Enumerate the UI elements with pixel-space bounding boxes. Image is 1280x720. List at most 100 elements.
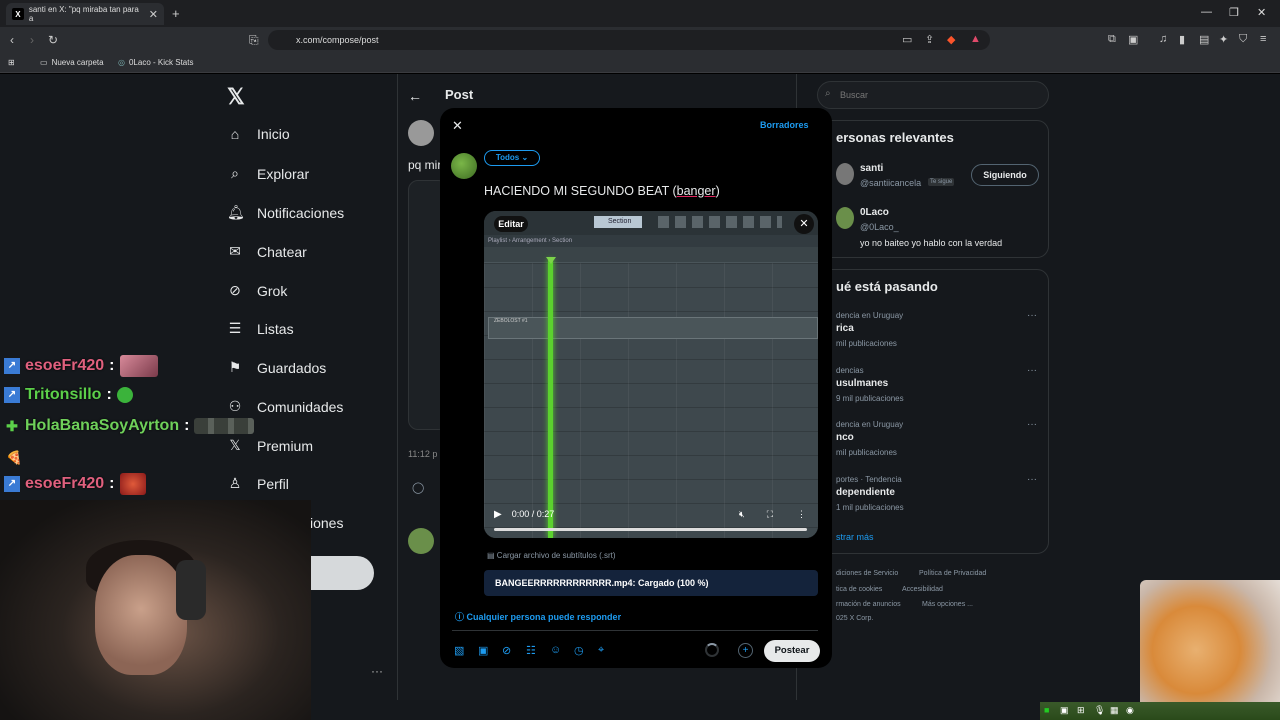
x-logo-icon[interactable]: 𝕏 (227, 84, 245, 110)
search-input[interactable]: Buscar (817, 81, 1049, 109)
sidebar-item-more[interactable]: iones (310, 515, 343, 531)
apps-icon[interactable]: ⊞ (8, 58, 15, 67)
trend-name[interactable]: rica (836, 323, 854, 334)
close-icon[interactable]: ✕ (452, 118, 463, 134)
sidebar-item-chatear[interactable]: ✉ Chatear (227, 243, 307, 260)
trend-name[interactable]: dependiente (836, 487, 895, 498)
tray-icon[interactable]: ⊞ (1077, 705, 1085, 716)
sidebar-icon[interactable]: ▮ (1179, 33, 1185, 46)
image-icon[interactable]: ▧ (454, 644, 464, 657)
avatar[interactable] (836, 207, 854, 229)
back-icon[interactable]: ‹ (10, 33, 14, 47)
tab-close-icon[interactable]: ✕ (149, 8, 158, 21)
music-icon[interactable]: ♫ (1159, 33, 1167, 45)
vpn-icon[interactable]: ⛉ (1239, 33, 1247, 46)
avatar[interactable] (451, 153, 477, 179)
more-icon[interactable]: ··· (1027, 419, 1037, 430)
reload-icon[interactable]: ↻ (48, 33, 58, 47)
sidebar-item-inicio[interactable]: ⌂ Inicio (227, 126, 290, 142)
show-more-link[interactable]: strar más (836, 532, 874, 542)
forward-icon[interactable]: › (30, 33, 34, 47)
video-progress-bar[interactable] (494, 528, 807, 531)
close-window-icon[interactable]: ✕ (1257, 6, 1266, 19)
bookmark-folder[interactable]: ▭ Nueva carpeta (40, 58, 104, 67)
minimize-icon[interactable]: — (1201, 6, 1212, 18)
footer-link[interactable]: rmación de anuncios (836, 601, 901, 608)
video-preview[interactable]: Section Playlist › Arrangement › Section… (484, 211, 818, 538)
following-button[interactable]: Siguiendo (971, 164, 1039, 186)
footer-link[interactable]: tica de cookies (836, 586, 882, 593)
sidebar-item-label: Guardados (257, 359, 327, 376)
avatar[interactable] (836, 163, 854, 185)
sidebar-item-grok[interactable]: ⊘ Grok (227, 282, 287, 299)
sidebar-item-explorar[interactable]: ⌕ Explorar (227, 165, 309, 182)
mute-icon[interactable]: 🔇︎ (739, 509, 745, 520)
location-icon[interactable]: ⌖ (598, 644, 604, 657)
brave-shield-icon[interactable]: ◆ (947, 33, 955, 46)
more-icon[interactable]: ··· (1027, 310, 1037, 321)
emote-icon (119, 473, 146, 495)
person-name[interactable]: santi (860, 163, 883, 174)
sidebar-item-comunidades[interactable]: ⚇ Comunidades (227, 398, 344, 415)
footer-link[interactable]: Accesibilidad (902, 586, 943, 593)
reply-setting[interactable]: ⓘ Cualquier persona puede responder (455, 610, 621, 623)
account-more-icon[interactable]: ··· (371, 664, 383, 678)
screenshot-icon[interactable]: ▣ (1128, 33, 1138, 46)
bookmark-kick-stats[interactable]: ◎ 0Laco - Kick Stats (118, 58, 193, 67)
share-icon[interactable]: ⇪ (925, 33, 934, 46)
new-tab-button[interactable]: + (172, 6, 180, 21)
grok-icon[interactable]: ⊘ (502, 644, 511, 657)
restore-icon[interactable]: ❐ (1229, 6, 1239, 19)
tray-icon[interactable]: ▦ (1110, 705, 1119, 716)
sidebar-item-perfil[interactable]: ♙ Perfil (227, 475, 289, 492)
audience-label: Todos (495, 153, 520, 162)
sidebar-item-guardados[interactable]: ⚑ Guardados (227, 359, 327, 376)
compose-textarea[interactable]: HACIENDO MI SEGUNDO BEAT (banger) (484, 184, 720, 198)
app-tray-icon[interactable]: ■ (1044, 705, 1049, 715)
mic-icon[interactable]: 🎙︎ (1094, 705, 1105, 716)
back-arrow-icon[interactable]: ← (408, 88, 422, 104)
cast-icon[interactable]: ▭ (902, 33, 912, 46)
brave-rewards-icon[interactable]: ▲ (970, 33, 981, 45)
poll-icon[interactable]: ☷ (526, 644, 536, 657)
edit-video-button[interactable]: Editar (494, 216, 528, 232)
wallet-icon[interactable]: ▤ (1199, 33, 1209, 46)
sidebar-item-notificaciones[interactable]: 🔔︎ Notificaciones (227, 204, 344, 221)
taskbar-tray (1040, 702, 1280, 720)
footer-link[interactable]: Política de Privacidad (919, 570, 986, 577)
trend-name[interactable]: usulmanes (836, 378, 888, 389)
gif-icon[interactable]: ▣ (478, 644, 488, 657)
extensions-icon[interactable]: ⧉ (1108, 33, 1116, 46)
reply-icon[interactable]: ◯ (412, 481, 424, 494)
emoji-icon[interactable]: ☺ (550, 644, 561, 656)
bookmark-page-icon[interactable]: ⎘ (249, 33, 259, 48)
menu-icon[interactable]: ≡ (1260, 33, 1266, 45)
audience-selector[interactable]: Todos ⌄ (484, 150, 540, 166)
more-icon[interactable]: ··· (1027, 474, 1037, 485)
discord-icon[interactable]: ◉ (1126, 705, 1134, 716)
leo-icon[interactable]: ✦ (1219, 33, 1228, 46)
more-icon[interactable]: ··· (1027, 365, 1037, 376)
sidebar-item-listas[interactable]: ☰ Listas (227, 320, 294, 337)
drafts-link[interactable]: Borradores (760, 120, 809, 130)
sidebar-item-premium[interactable]: 𝕏 Premium (227, 437, 313, 454)
person-name[interactable]: 0Laco (860, 207, 889, 218)
post-button[interactable]: Postear (764, 640, 820, 662)
play-icon[interactable]: ▶ (494, 509, 502, 520)
tray-icon[interactable]: ▣ (1060, 705, 1069, 716)
chat-message: ✚ HolaBanaSoyAyrton : (4, 417, 255, 435)
playhead-marker-icon (546, 257, 556, 264)
more-options-icon[interactable]: ⋮ (797, 509, 806, 520)
subtitles-upload-link[interactable]: ▤ Cargar archivo de subtítulos (.srt) (487, 551, 616, 560)
url-field[interactable]: x.com/compose/post (268, 30, 990, 50)
footer-link[interactable]: diciones de Servicio (836, 570, 898, 577)
avatar[interactable] (408, 528, 434, 554)
fullscreen-icon[interactable]: ⛶ (767, 509, 773, 520)
add-post-icon[interactable]: + (738, 643, 753, 658)
footer-link[interactable]: Más opciones ... (922, 601, 973, 608)
avatar[interactable] (408, 120, 434, 146)
trend-name[interactable]: nco (836, 432, 854, 443)
browser-tab[interactable]: X santi en X: "pq miraba tan para a ✕ (6, 3, 164, 25)
remove-media-icon[interactable]: ✕ (794, 214, 814, 234)
schedule-icon[interactable]: ◷ (574, 644, 584, 657)
